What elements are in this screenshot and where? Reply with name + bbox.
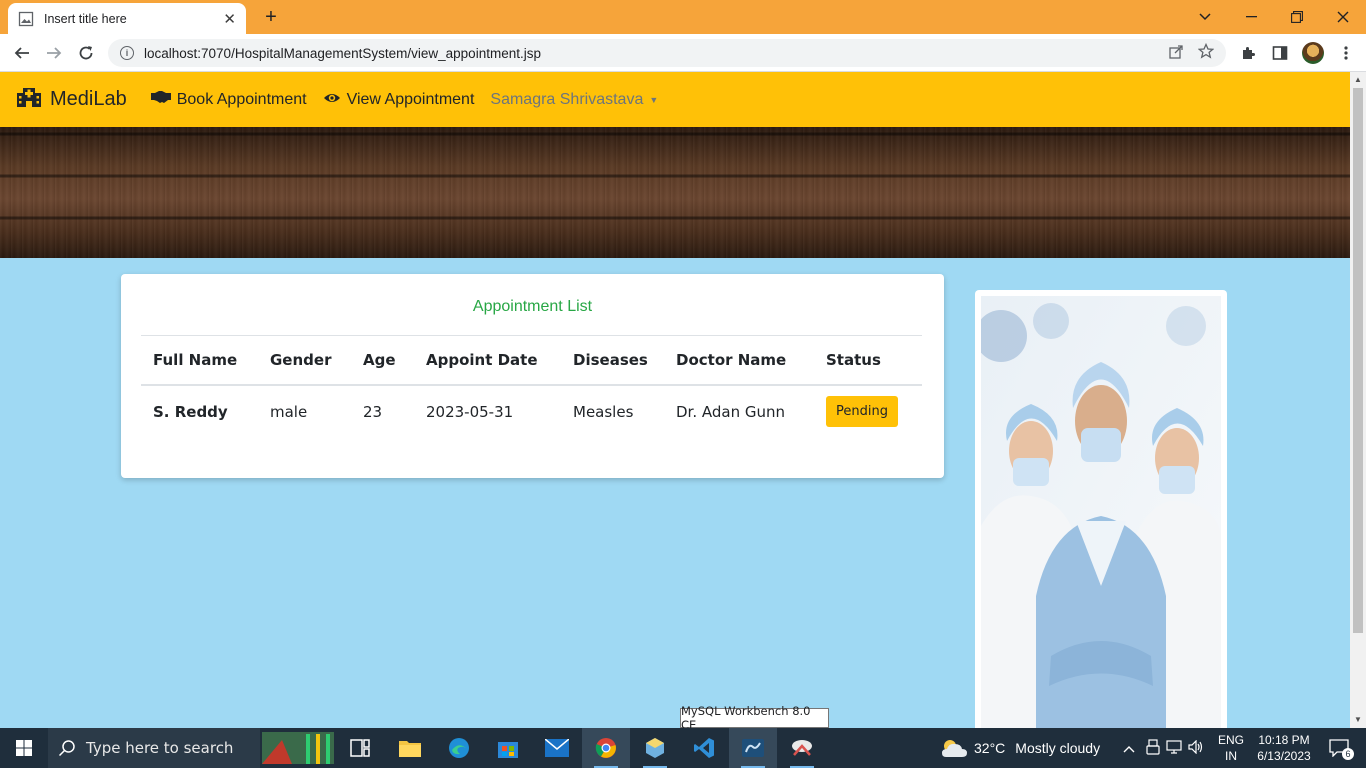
scroll-down-icon[interactable]: ▼ bbox=[1354, 715, 1362, 724]
chevron-up-icon[interactable] bbox=[1120, 740, 1138, 756]
new-tab-button[interactable]: + bbox=[260, 6, 282, 29]
mail-icon[interactable] bbox=[533, 728, 581, 768]
side-panel-icon[interactable] bbox=[1268, 41, 1292, 65]
search-icon bbox=[58, 740, 75, 757]
caret-down-icon: ▼ bbox=[649, 94, 659, 105]
profile-avatar[interactable] bbox=[1302, 42, 1324, 64]
header-doctor-name: Doctor Name bbox=[664, 336, 814, 386]
page-favicon-icon bbox=[18, 11, 34, 27]
netbeans-icon[interactable] bbox=[631, 728, 679, 768]
book-appointment-label: Book Appointment bbox=[176, 90, 307, 108]
cell-date: 2023-05-31 bbox=[426, 402, 514, 421]
doctors-image-card bbox=[975, 290, 1227, 728]
restore-button[interactable] bbox=[1274, 0, 1320, 34]
header-status: Status bbox=[814, 336, 922, 386]
search-placeholder: Type here to search bbox=[86, 739, 234, 757]
site-navbar: MediLab Book Appointment View Appointmen… bbox=[0, 72, 1350, 127]
mysql-workbench-icon[interactable] bbox=[729, 728, 777, 768]
taskbar-search-box[interactable]: Type here to search bbox=[48, 728, 260, 768]
user-name: Samagra Shrivastava bbox=[490, 90, 644, 108]
file-explorer-icon[interactable] bbox=[386, 728, 434, 768]
system-tray-icons bbox=[1120, 728, 1204, 768]
header-gender: Gender bbox=[258, 336, 351, 386]
scrollbar-thumb[interactable] bbox=[1353, 88, 1363, 633]
tab-search-chevron-icon[interactable] bbox=[1182, 0, 1228, 34]
language-indicator[interactable]: ENG IN bbox=[1218, 728, 1244, 768]
web-page: MediLab Book Appointment View Appointmen… bbox=[0, 72, 1350, 728]
weather-desc: Mostly cloudy bbox=[1015, 740, 1101, 756]
view-appointment-link[interactable]: View Appointment bbox=[323, 90, 475, 109]
cell-status: Pending bbox=[814, 385, 922, 437]
windows-logo-icon bbox=[16, 740, 32, 756]
usb-device-icon[interactable] bbox=[1146, 738, 1160, 758]
user-dropdown[interactable]: Samagra Shrivastava ▼ bbox=[490, 91, 658, 109]
wood-banner-image bbox=[0, 127, 1350, 258]
header-age: Age bbox=[351, 336, 414, 386]
task-view-icon[interactable] bbox=[336, 728, 384, 768]
brand-name: MediLab bbox=[50, 88, 127, 110]
chrome-taskbar-icon[interactable] bbox=[582, 728, 630, 768]
book-appointment-link[interactable]: Book Appointment bbox=[150, 90, 307, 109]
notification-center-button[interactable]: 6 bbox=[1324, 728, 1354, 768]
volume-icon[interactable] bbox=[1188, 739, 1204, 757]
browser-toolbar: i localhost:7070/HospitalManagementSyste… bbox=[0, 34, 1366, 72]
extensions-puzzle-icon[interactable] bbox=[1236, 41, 1260, 65]
browser-tab-strip: Insert title here ✕ + bbox=[0, 0, 1366, 34]
weather-temp: 32°C bbox=[974, 740, 1006, 756]
forward-arrow-icon[interactable] bbox=[42, 41, 66, 65]
header-appoint-date: Appoint Date bbox=[414, 336, 561, 386]
snipping-tool-icon[interactable] bbox=[778, 728, 826, 768]
handshake-icon bbox=[150, 90, 171, 109]
browser-tab[interactable]: Insert title here ✕ bbox=[8, 3, 246, 34]
hospital-icon bbox=[16, 86, 42, 114]
site-info-icon[interactable]: i bbox=[120, 46, 134, 60]
status-badge: Pending bbox=[826, 396, 898, 427]
network-icon[interactable] bbox=[1166, 739, 1182, 757]
header-diseases: Diseases bbox=[561, 336, 664, 386]
lang-bottom: IN bbox=[1225, 749, 1237, 763]
chrome-menu-icon[interactable] bbox=[1334, 41, 1358, 65]
notification-count: 6 bbox=[1342, 748, 1354, 760]
table-header-row: Full Name Gender Age Appoint Date Diseas… bbox=[141, 336, 922, 386]
minimize-button[interactable] bbox=[1228, 0, 1274, 34]
page-scrollbar[interactable]: ▲ ▼ bbox=[1350, 72, 1366, 728]
table-row: S. Reddy male 23 2023-05-31 Measles Dr. … bbox=[141, 385, 922, 437]
edge-browser-icon[interactable] bbox=[435, 728, 483, 768]
weather-widget[interactable]: 32°C Mostly cloudy bbox=[940, 728, 1100, 768]
doctors-photo bbox=[981, 296, 1221, 728]
close-tab-icon[interactable]: ✕ bbox=[223, 10, 236, 28]
clock[interactable]: 10:18 PM 6/13/2023 bbox=[1256, 728, 1312, 768]
lang-top: ENG bbox=[1218, 733, 1245, 747]
cell-age: 23 bbox=[363, 402, 383, 421]
view-appointment-label: View Appointment bbox=[346, 90, 475, 108]
cell-gender: male bbox=[270, 402, 308, 421]
appointment-table: Full Name Gender Age Appoint Date Diseas… bbox=[141, 336, 922, 437]
address-bar[interactable]: i localhost:7070/HospitalManagementSyste… bbox=[108, 39, 1226, 67]
cell-disease: Measles bbox=[573, 402, 634, 421]
taskbar-tooltip: MySQL Workbench 8.0 CE bbox=[680, 704, 829, 732]
microsoft-store-icon[interactable] bbox=[484, 728, 532, 768]
taskbar-beach-widget-icon[interactable] bbox=[260, 728, 336, 768]
clock-date: 6/13/2023 bbox=[1257, 749, 1311, 763]
bookmark-star-icon[interactable] bbox=[1197, 42, 1215, 63]
scroll-up-icon[interactable]: ▲ bbox=[1354, 75, 1362, 84]
brand-link[interactable]: MediLab bbox=[16, 86, 127, 114]
share-icon[interactable] bbox=[1169, 44, 1184, 63]
appointment-list-title: Appointment List bbox=[472, 298, 593, 315]
close-window-button[interactable] bbox=[1320, 0, 1366, 34]
reload-icon[interactable] bbox=[74, 41, 98, 65]
eye-icon bbox=[323, 91, 341, 109]
cell-doctor: Dr. Adan Gunn bbox=[676, 402, 786, 421]
vscode-icon[interactable] bbox=[680, 728, 728, 768]
clock-time: 10:18 PM bbox=[1258, 733, 1310, 747]
windows-start-button[interactable] bbox=[0, 728, 48, 768]
appointment-card: Appointment List Full Name Gender Age Ap… bbox=[121, 274, 944, 478]
url-text: localhost:7070/HospitalManagementSystem/… bbox=[144, 45, 541, 61]
cell-full-name: S. Reddy bbox=[153, 402, 228, 421]
header-full-name: Full Name bbox=[141, 336, 258, 386]
tab-title: Insert title here bbox=[44, 11, 127, 26]
cloudy-weather-icon bbox=[942, 740, 967, 757]
back-arrow-icon[interactable] bbox=[10, 41, 34, 65]
